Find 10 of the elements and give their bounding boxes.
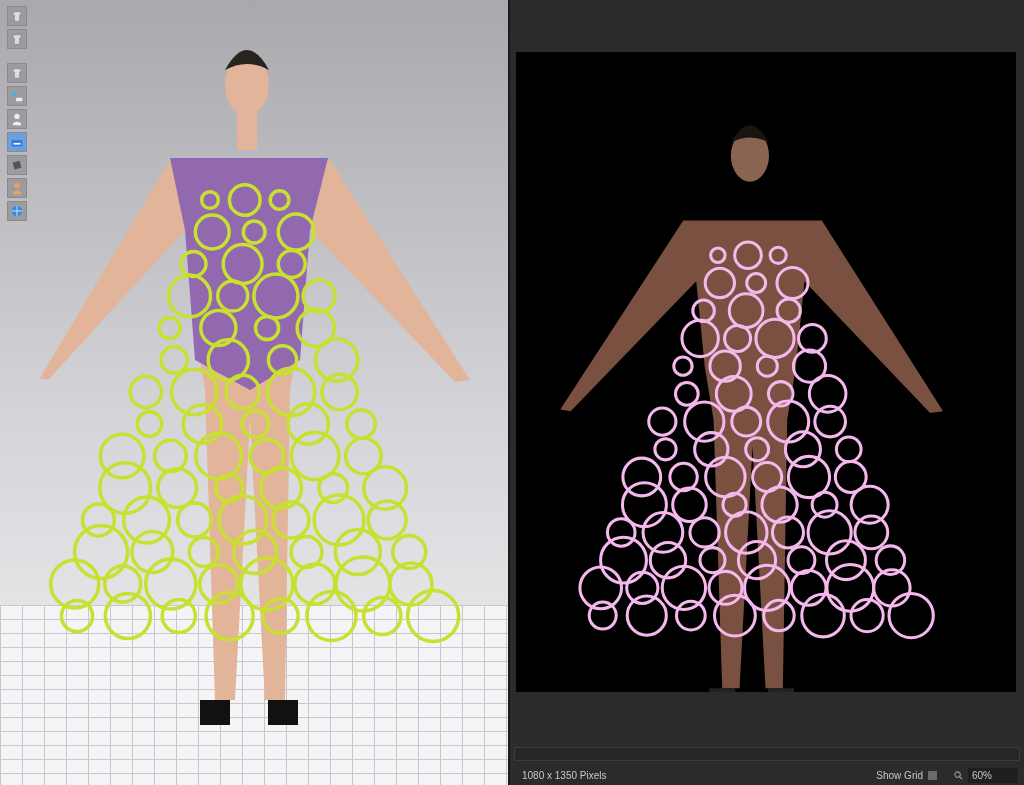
avatar-icon[interactable] bbox=[7, 178, 27, 198]
box-icon[interactable] bbox=[7, 155, 27, 175]
image-size-label: 1080 x 1350 Pixels bbox=[522, 769, 607, 781]
shirt-icon[interactable] bbox=[7, 29, 27, 49]
brush-icon[interactable] bbox=[7, 86, 27, 106]
show-grid-label: Show Grid bbox=[876, 769, 923, 781]
show-grid-checkbox[interactable] bbox=[928, 770, 937, 780]
zoom-field[interactable]: 60% bbox=[968, 767, 1018, 783]
search-icon bbox=[954, 770, 963, 780]
globe-icon[interactable] bbox=[7, 201, 27, 221]
